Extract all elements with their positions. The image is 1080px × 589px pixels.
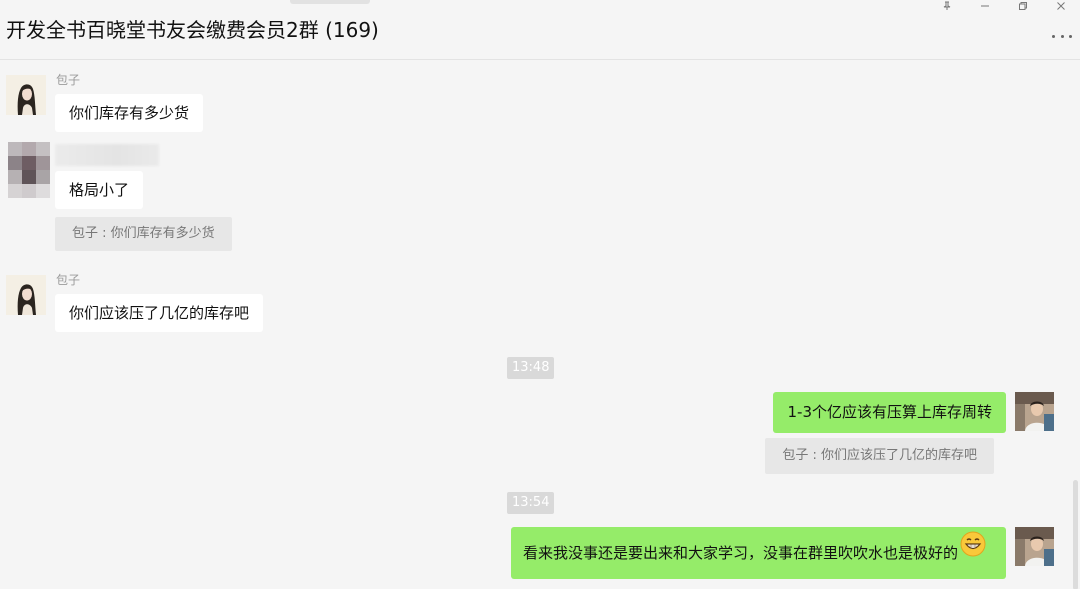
sender-name: 包子	[56, 273, 81, 287]
pin-icon[interactable]	[928, 0, 966, 12]
scrollbar[interactable]	[1073, 480, 1078, 589]
window-controls	[928, 0, 1080, 12]
title-bar: 开发全书百晓堂书友会缴费会员2群 (169)	[0, 0, 1080, 60]
pixelated-avatar[interactable]	[8, 142, 50, 198]
more-dots-icon[interactable]	[1050, 28, 1074, 44]
chat-window: 开发全书百晓堂书友会缴费会员2群 (169) 包子 你们库存有多少货 格局小了 …	[0, 0, 1080, 589]
message-bubble[interactable]: 格局小了	[55, 171, 144, 209]
restore-icon[interactable]	[1004, 0, 1042, 12]
chat-title: 开发全书百晓堂书友会缴费会员2群 (169)	[6, 18, 379, 42]
blurred-sender-name	[55, 144, 159, 166]
grinning-face-icon	[960, 526, 986, 578]
girl-avatar[interactable]	[6, 275, 46, 315]
quoted-message[interactable]: 包子 : 你们库存有多少货	[55, 217, 232, 251]
message-bubble[interactable]: 你们库存有多少货	[55, 94, 204, 132]
message-list: 包子 你们库存有多少货 格局小了 包子 : 你们库存有多少货 包子 你们应该压了…	[0, 60, 1080, 589]
close-icon[interactable]	[1042, 0, 1080, 12]
self-avatar[interactable]	[1015, 392, 1054, 431]
girl-avatar[interactable]	[6, 75, 46, 115]
message-bubble[interactable]: 你们应该压了几亿的库存吧	[55, 294, 264, 332]
self-avatar[interactable]	[1015, 527, 1054, 566]
sender-name: 包子	[56, 73, 81, 87]
quoted-message[interactable]: 包子 : 你们应该压了几亿的库存吧	[765, 438, 994, 474]
message-text: 看来我没事还是要出来和大家学习，没事在群里吹吹水也是极好的	[522, 544, 958, 562]
minimize-icon[interactable]	[966, 0, 1004, 12]
message-bubble-self[interactable]: 1-3个亿应该有压算上库存周转	[773, 392, 1006, 433]
top-edge-shadow	[290, 0, 370, 4]
message-bubble-self[interactable]: 看来我没事还是要出来和大家学习，没事在群里吹吹水也是极好的	[510, 526, 1006, 579]
timestamp: 13:54	[507, 492, 555, 514]
timestamp: 13:48	[507, 357, 555, 379]
